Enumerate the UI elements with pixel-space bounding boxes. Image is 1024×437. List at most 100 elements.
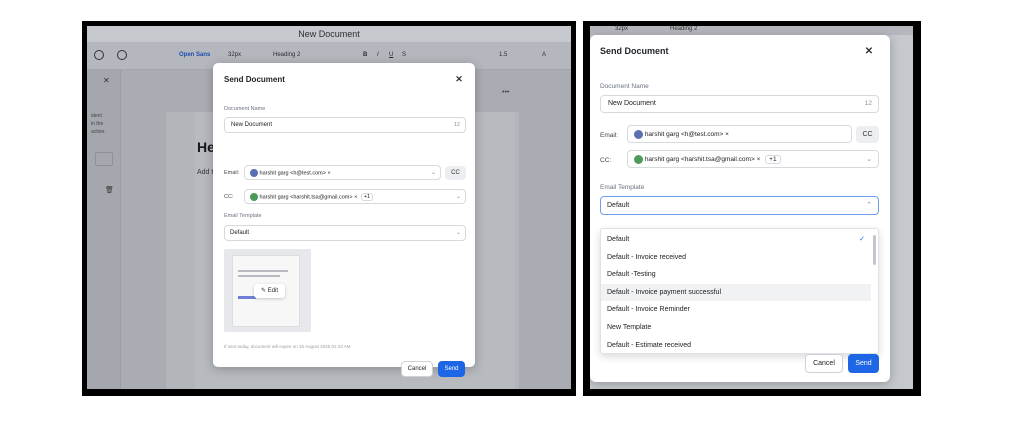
- underline-icon[interactable]: U: [389, 52, 393, 58]
- email-field[interactable]: harshit garg <h@test.com> ×: [627, 125, 852, 143]
- cc-chip: harshit garg <harshit.tsa@gmail.com> × +…: [250, 193, 374, 202]
- email-label: Email:: [224, 170, 240, 176]
- expiry-note: If sent today, document will expire on 1…: [224, 344, 351, 349]
- italic-icon[interactable]: I: [377, 52, 379, 58]
- close-sidebar-icon[interactable]: ✕: [103, 76, 110, 85]
- template-select[interactable]: Default ⌃: [600, 196, 879, 215]
- document-name-label: Document Name: [600, 83, 649, 90]
- cc-label: CC:: [224, 194, 234, 200]
- template-label: Email Template: [600, 184, 645, 191]
- char-count: 12: [864, 100, 872, 107]
- template-option[interactable]: Default - Invoice Reminder: [601, 301, 871, 319]
- sidebar-text-1: ident: [91, 113, 102, 119]
- chevron-down-icon[interactable]: ⌄: [456, 193, 461, 200]
- send-button[interactable]: Send: [848, 354, 879, 373]
- email-chip-text: harshit garg <h@test.com>: [259, 170, 326, 177]
- char-count: 12: [453, 122, 460, 128]
- email-chip: harshit garg <h@test.com> ×: [634, 130, 729, 139]
- document-name-field[interactable]: New Document 12: [224, 117, 466, 133]
- cc-button[interactable]: CC: [445, 166, 466, 180]
- template-value: Default: [607, 202, 630, 209]
- trash-icon[interactable]: 🗑: [105, 186, 114, 194]
- editor-title: New Document: [87, 26, 571, 42]
- remove-chip-icon[interactable]: ×: [327, 170, 330, 176]
- avatar: [250, 169, 258, 177]
- template-option-label: Default - Estimate received: [607, 341, 692, 349]
- editor-toolbar: 32px Heading 2: [590, 26, 913, 35]
- cc-chip-text: harshit garg <harshit.tsa@gmail.com>: [259, 194, 353, 201]
- sidebar-field[interactable]: [95, 152, 113, 166]
- template-option[interactable]: Default - Invoice received: [601, 249, 871, 267]
- line-height-select[interactable]: 1.5: [499, 52, 507, 58]
- template-option[interactable]: Default - Invoice payment successful: [601, 283, 871, 302]
- preview-button: [238, 296, 256, 299]
- strikethrough-icon[interactable]: S: [402, 52, 406, 58]
- text-color-icon[interactable]: A: [542, 52, 546, 58]
- font-size-select[interactable]: 32px: [615, 26, 628, 32]
- editor-sidebar: ✕ ident in the action. 🗑: [87, 70, 121, 389]
- cc-chip: harshit garg <harshit.tsa@gmail.com> × +…: [634, 155, 781, 165]
- chevron-down-icon[interactable]: ⌄: [456, 229, 461, 236]
- template-dropdown: Default ✓ Default - Invoice received Def…: [600, 228, 879, 354]
- document-name-field[interactable]: New Document 12: [600, 95, 879, 113]
- edit-template-button[interactable]: ✎ Edit: [254, 284, 285, 298]
- document-text: Add t: [197, 169, 214, 176]
- send-button[interactable]: Send: [438, 361, 465, 377]
- pencil-icon: ✎: [260, 288, 266, 294]
- remove-chip-icon[interactable]: ×: [757, 156, 761, 163]
- document-name-value: New Document: [608, 100, 656, 107]
- template-value: Default: [230, 230, 250, 236]
- cc-button[interactable]: CC: [856, 126, 879, 143]
- avatar: [250, 193, 258, 201]
- heading-select[interactable]: Heading 2: [273, 52, 300, 58]
- email-field[interactable]: harshit garg <h@test.com> × ⌄: [244, 165, 441, 180]
- chevron-up-icon[interactable]: ⌃: [866, 201, 872, 209]
- template-option[interactable]: Default ✓: [601, 231, 871, 249]
- check-icon: ✓: [859, 236, 865, 243]
- email-chip: harshit garg <h@test.com> ×: [250, 169, 331, 177]
- cc-field[interactable]: harshit garg <harshit.tsa@gmail.com> × +…: [627, 150, 879, 168]
- chevron-down-icon[interactable]: ⌄: [431, 169, 436, 176]
- more-options-icon[interactable]: •••: [502, 89, 509, 96]
- edit-label: Edit: [267, 288, 279, 294]
- close-icon[interactable]: ✕: [453, 74, 465, 85]
- editor-backdrop: New Document Open Sans 32px Heading 2 B …: [87, 26, 571, 389]
- more-recipients-badge[interactable]: +1: [360, 193, 374, 202]
- send-document-modal: Send Document ✕ Document Name New Docume…: [590, 35, 890, 382]
- template-option[interactable]: Default - Estimate received: [601, 337, 871, 353]
- send-document-modal: Send Document ✕ Document Name New Docume…: [213, 63, 475, 377]
- template-preview[interactable]: ✎ Edit: [224, 249, 311, 332]
- font-select[interactable]: Open Sans: [179, 52, 210, 58]
- left-screenshot-frame: New Document Open Sans 32px Heading 2 B …: [82, 21, 576, 396]
- editor-backdrop: 32px Heading 2 Send Document ✕ Document …: [590, 26, 913, 389]
- bold-icon[interactable]: B: [363, 52, 367, 58]
- remove-chip-icon[interactable]: ×: [354, 194, 357, 200]
- right-screenshot-frame: 32px Heading 2 Send Document ✕ Document …: [583, 21, 921, 396]
- modal-title: Send Document: [224, 75, 285, 84]
- gear-icon[interactable]: [117, 50, 127, 60]
- template-option-label: Default - Invoice payment successful: [607, 288, 721, 296]
- cc-field[interactable]: harshit garg <harshit.tsa@gmail.com> × +…: [244, 189, 466, 204]
- cc-chip-text: harshit garg <harshit.tsa@gmail.com>: [644, 156, 755, 164]
- document-name-label: Document Name: [224, 106, 266, 112]
- chevron-down-icon[interactable]: ⌄: [866, 155, 872, 163]
- preview-line: [238, 270, 288, 272]
- preview-line: [238, 275, 280, 277]
- template-option-label: New Template: [607, 324, 652, 331]
- remove-chip-icon[interactable]: ×: [725, 131, 729, 138]
- template-option-label: Default: [607, 236, 630, 243]
- dropdown-scrollbar[interactable]: [873, 235, 876, 265]
- cancel-button[interactable]: Cancel: [805, 354, 843, 373]
- document-name-value: New Document: [231, 122, 273, 128]
- template-label: Email Template: [224, 213, 262, 219]
- template-option[interactable]: New Template: [601, 319, 871, 337]
- cancel-button[interactable]: Cancel: [401, 361, 433, 377]
- more-recipients-badge[interactable]: +1: [765, 155, 781, 165]
- template-select[interactable]: Default ⌄: [224, 225, 466, 241]
- font-size-select[interactable]: 32px: [228, 52, 241, 58]
- sidebar-text-2: in the: [91, 121, 104, 127]
- heading-select[interactable]: Heading 2: [670, 26, 697, 32]
- settings-icon[interactable]: [94, 50, 104, 60]
- template-option[interactable]: Default -Testing: [601, 266, 871, 284]
- close-icon[interactable]: ✕: [862, 46, 876, 57]
